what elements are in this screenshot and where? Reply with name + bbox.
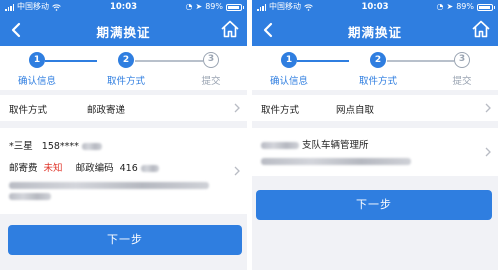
step-number: 2 bbox=[118, 52, 134, 68]
home-icon[interactable] bbox=[471, 19, 491, 39]
office-address-redacted bbox=[261, 158, 411, 165]
step-label: 提交 bbox=[452, 76, 472, 87]
pickup-method-value: 邮政寄递 bbox=[87, 105, 126, 116]
redacted-text bbox=[261, 142, 299, 149]
step-number: 1 bbox=[281, 52, 297, 68]
progress-steps: 1 确认信息 2 取件方式 3 提交 bbox=[252, 46, 498, 90]
app-header: 中国移动 10:03 ◔ ➤ 89% 期满换证 bbox=[0, 0, 247, 46]
battery-percent: 89% bbox=[456, 2, 474, 11]
battery-icon bbox=[477, 3, 495, 11]
step-3: 3 提交 bbox=[432, 52, 492, 87]
step-number: 3 bbox=[203, 52, 219, 68]
chevron-right-icon bbox=[485, 103, 491, 113]
pickup-method-row[interactable]: 取件方式 邮政寄递 bbox=[0, 95, 247, 121]
step-number: 2 bbox=[370, 52, 386, 68]
recipient-name: *三星 bbox=[9, 141, 33, 152]
redacted-text bbox=[140, 165, 159, 172]
next-step-button[interactable]: 下一步 bbox=[256, 190, 492, 220]
pickup-method-value: 网点自取 bbox=[336, 105, 375, 116]
postage-fee-value: 未知 bbox=[43, 163, 63, 174]
next-step-button[interactable]: 下一步 bbox=[8, 225, 242, 255]
progress-steps: 1 确认信息 2 取件方式 3 提交 bbox=[0, 46, 247, 90]
page-title: 期满换证 bbox=[96, 25, 151, 40]
orientation-lock-icon: ◔ bbox=[185, 2, 193, 11]
step-number: 3 bbox=[454, 52, 470, 68]
battery-icon bbox=[226, 3, 244, 11]
postcode-value: 416 bbox=[119, 163, 138, 174]
step-number: 1 bbox=[29, 52, 45, 68]
step-1: 1 确认信息 bbox=[7, 52, 67, 87]
step-3: 3 提交 bbox=[181, 52, 241, 87]
nav-bar: 期满换证 bbox=[0, 14, 247, 46]
orientation-lock-icon: ◔ bbox=[436, 2, 444, 11]
step-2: 2 取件方式 bbox=[96, 52, 156, 87]
step-label: 取件方式 bbox=[358, 76, 397, 87]
step-1: 1 确认信息 bbox=[259, 52, 319, 87]
step-label: 取件方式 bbox=[106, 76, 145, 87]
address-card[interactable]: *三星 158**** 邮寄费 未知 邮政编码 416 bbox=[0, 128, 247, 214]
redacted-text bbox=[81, 143, 102, 150]
home-icon[interactable] bbox=[220, 19, 240, 39]
location-icon: ➤ bbox=[446, 2, 454, 11]
app-header: 中国移动 10:03 ◔ ➤ 89% 期满换证 bbox=[252, 0, 498, 46]
recipient-phone: 158**** bbox=[41, 141, 79, 152]
status-bar: 中国移动 10:03 ◔ ➤ 89% bbox=[0, 0, 247, 14]
step-label: 确认信息 bbox=[17, 76, 56, 87]
office-card[interactable]: 支队车辆管理所 bbox=[252, 128, 498, 176]
step-label: 提交 bbox=[201, 76, 221, 87]
pickup-method-label: 取件方式 bbox=[9, 105, 48, 116]
office-name: 支队车辆管理所 bbox=[302, 140, 369, 151]
nav-bar: 期满换证 bbox=[252, 14, 498, 46]
phone-screen-postal: 中国移动 10:03 ◔ ➤ 89% 期满换证 1 确认信息 2 取件方式 3 … bbox=[0, 0, 247, 270]
page-title: 期满换证 bbox=[347, 25, 402, 40]
chevron-right-icon bbox=[234, 166, 240, 176]
status-bar: 中国移动 10:03 ◔ ➤ 89% bbox=[252, 0, 498, 14]
step-label: 确认信息 bbox=[269, 76, 308, 87]
chevron-right-icon bbox=[485, 147, 491, 157]
phone-screen-self-pickup: 中国移动 10:03 ◔ ➤ 89% 期满换证 1 确认信息 2 取件方式 3 … bbox=[252, 0, 498, 270]
battery-percent: 89% bbox=[205, 2, 223, 11]
pickup-method-label: 取件方式 bbox=[261, 105, 300, 116]
address-detail-redacted bbox=[9, 182, 209, 200]
postage-fee-label: 邮寄费 bbox=[9, 163, 38, 174]
location-icon: ➤ bbox=[195, 2, 203, 11]
step-2: 2 取件方式 bbox=[348, 52, 408, 87]
postcode-label: 邮政编码 bbox=[75, 163, 114, 174]
chevron-right-icon bbox=[234, 103, 240, 113]
pickup-method-row[interactable]: 取件方式 网点自取 bbox=[252, 95, 498, 121]
